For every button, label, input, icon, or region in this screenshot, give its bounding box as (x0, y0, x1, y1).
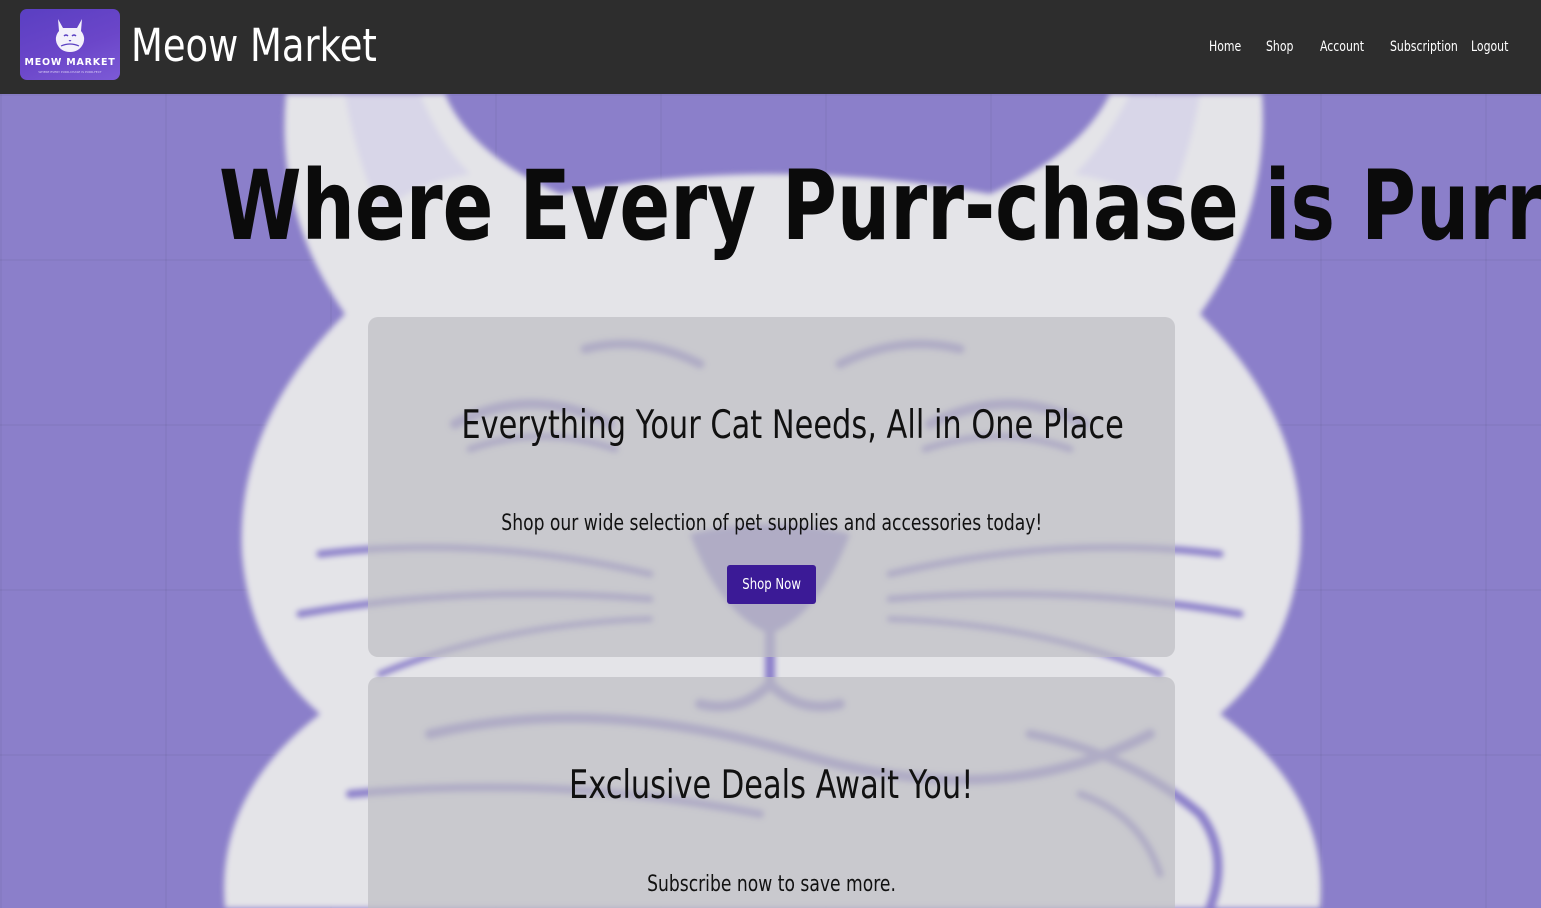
page: MEOW MARKET WHERE EVERY PURR-CHASE IS PU… (0, 0, 1541, 908)
card-title: Everything Your Cat Needs, All in One Pl… (368, 401, 1175, 451)
card-text: Subscribe now to save more. (368, 870, 1175, 900)
hero-headline: Where Every Purr-chase is Purr-fect! (0, 146, 1541, 266)
hero-headline-text: Where Every Purr-chase is Purr-fect! (219, 150, 1541, 262)
logo-text: MEOW MARKET (24, 57, 116, 68)
site-title[interactable]: Meow Market (131, 14, 377, 78)
shop-now-button[interactable]: Shop Now (727, 565, 816, 604)
shop-now-button-label: Shop Now (742, 575, 801, 593)
card-title: Exclusive Deals Await You! (368, 761, 1175, 811)
cat-logo-icon (55, 19, 85, 52)
nav-logout-link[interactable]: Logout (1471, 37, 1508, 57)
feature-card-subscribe: Exclusive Deals Await You! Subscribe now… (368, 677, 1175, 908)
logo-tagline: WHERE EVERY PURR-CHASE IS PURR-FECT (38, 70, 102, 74)
nav-account-link[interactable]: Account (1320, 37, 1364, 57)
navbar: MEOW MARKET WHERE EVERY PURR-CHASE IS PU… (0, 0, 1541, 94)
nav-subscription-link[interactable]: Subscription (1390, 37, 1458, 57)
logo[interactable]: MEOW MARKET WHERE EVERY PURR-CHASE IS PU… (20, 9, 120, 80)
feature-card-shop: Everything Your Cat Needs, All in One Pl… (368, 317, 1175, 657)
card-text-content: Subscribe now to save more. (647, 872, 896, 897)
nav-shop-link[interactable]: Shop (1266, 37, 1293, 57)
card-text: Shop our wide selection of pet supplies … (368, 509, 1175, 539)
card-title-text: Everything Your Cat Needs, All in One Pl… (461, 403, 1124, 448)
nav-home-link[interactable]: Home (1209, 37, 1241, 57)
card-title-text: Exclusive Deals Await You! (569, 763, 974, 808)
card-text-content: Shop our wide selection of pet supplies … (500, 511, 1042, 536)
